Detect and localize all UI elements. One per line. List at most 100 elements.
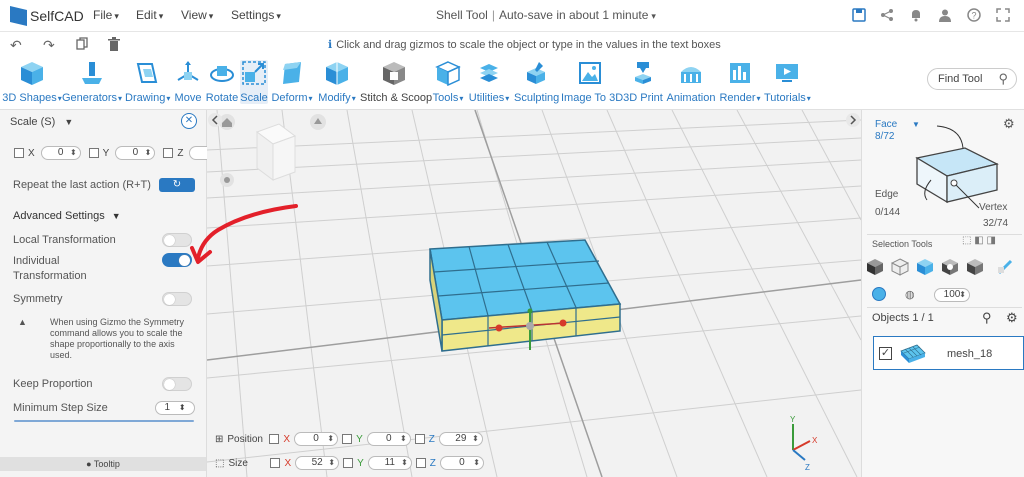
select-wire-icon[interactable] xyxy=(891,258,909,276)
position-label: Position xyxy=(227,433,263,445)
select-brush-icon[interactable] xyxy=(996,258,1014,276)
tool-modify[interactable]: Modify xyxy=(316,60,358,104)
menu-view[interactable]: View xyxy=(181,8,213,22)
selection-mode-cube[interactable] xyxy=(907,120,1007,210)
symmetry-description: When using Gizmo the Symmetry command al… xyxy=(50,317,185,360)
size-z-checkbox[interactable] xyxy=(415,458,426,468)
position-y-checkbox[interactable] xyxy=(342,434,353,444)
search-icon[interactable]: ⚲ xyxy=(982,310,992,326)
size-icon: ⬚ xyxy=(215,457,225,469)
local-transformation-label: Local Transformation xyxy=(13,234,116,246)
objects-label: Objects 1 / 1 xyxy=(872,312,934,324)
save-icon[interactable] xyxy=(851,8,867,24)
symmetry-toggle[interactable] xyxy=(162,292,192,306)
tool-stitch-scoop[interactable]: Stitch & Scoop xyxy=(360,60,432,104)
tool-scale[interactable]: Scale xyxy=(240,60,268,104)
fullscreen-icon[interactable] xyxy=(995,8,1011,24)
scale-y-input[interactable]: 0 xyxy=(115,146,156,160)
edge-count: 0/144 xyxy=(875,207,901,218)
grid-canvas: Y X Z xyxy=(207,110,861,477)
copy-icon[interactable] xyxy=(76,37,88,53)
user-icon[interactable] xyxy=(937,8,953,24)
find-tool-input[interactable]: Find Tool ⚲ xyxy=(927,68,1017,90)
repeat-button[interactable]: ↻ xyxy=(159,178,195,192)
size-y-checkbox[interactable] xyxy=(343,458,354,468)
menu-file[interactable]: File xyxy=(93,8,119,22)
position-x-checkbox[interactable] xyxy=(269,434,280,444)
size-y-input[interactable]: 11 xyxy=(367,456,412,470)
share-icon[interactable] xyxy=(879,8,895,24)
collapse-left-icon[interactable] xyxy=(208,113,222,127)
size-x-input[interactable]: 52 xyxy=(295,456,340,470)
position-z-checkbox[interactable] xyxy=(414,434,425,444)
close-icon[interactable]: ✕ xyxy=(181,113,197,129)
color-swatch[interactable] xyxy=(872,287,886,301)
tool-rotate[interactable]: Rotate xyxy=(205,60,239,104)
tool-animation[interactable]: Animation xyxy=(666,60,716,104)
select-face-icon[interactable] xyxy=(916,258,934,276)
position-z-input[interactable]: 29 xyxy=(438,432,483,446)
object-thumbnail xyxy=(900,344,926,363)
menu-settings[interactable]: Settings xyxy=(231,8,281,22)
size-x-checkbox[interactable] xyxy=(270,458,281,468)
object-item[interactable]: ✓ mesh_18 xyxy=(873,336,1024,370)
vertex-count: 32/74 xyxy=(983,218,1009,229)
collapse-right-icon[interactable] xyxy=(846,113,860,127)
individual-transformation-label: Individual Transformation xyxy=(13,255,87,282)
tool-tutorials[interactable]: Tutorials xyxy=(764,60,810,104)
help-icon[interactable]: ? xyxy=(966,8,982,24)
delete-icon[interactable] xyxy=(108,37,120,54)
keep-proportion-toggle[interactable] xyxy=(162,377,192,391)
svg-text:X: X xyxy=(812,436,818,445)
view-cube[interactable] xyxy=(255,123,297,181)
advanced-settings-header[interactable]: Advanced Settings ▼ xyxy=(13,210,121,222)
tool-utilities[interactable]: Utilities xyxy=(467,60,511,104)
texture-icon[interactable]: ◍ xyxy=(905,288,915,301)
edge-label[interactable]: Edge xyxy=(875,189,898,200)
menu-edit[interactable]: Edit xyxy=(136,8,163,22)
tool-deform[interactable]: Deform xyxy=(270,60,314,104)
size-z-input[interactable]: 0 xyxy=(439,456,484,470)
z-checkbox[interactable] xyxy=(163,148,174,158)
tool-drawing[interactable]: Drawing xyxy=(125,60,169,104)
select-all-icon[interactable]: ⬚ ◧ ◨ xyxy=(962,235,996,246)
min-step-input[interactable]: 1 ⬍ xyxy=(155,401,195,415)
tool-image-to-3d[interactable]: Image To 3D xyxy=(561,60,623,104)
tooltip-bar[interactable]: ● Tooltip xyxy=(0,457,206,471)
object-visibility-checkbox[interactable]: ✓ xyxy=(879,347,892,360)
selfcad-logo[interactable]: SelfCAD xyxy=(10,6,84,26)
camera-icon[interactable] xyxy=(310,114,326,130)
position-y-input[interactable]: 0 xyxy=(366,432,411,446)
tool-render[interactable]: Render xyxy=(719,60,761,104)
tool-tools[interactable]: Tools xyxy=(431,60,465,104)
size-label: Size xyxy=(228,457,248,469)
tool-sculpting[interactable]: Sculpting xyxy=(514,60,559,104)
object-settings-icon[interactable]: ⚙ xyxy=(1006,310,1018,326)
position-x-input[interactable]: 0 xyxy=(294,432,339,446)
cursor-icon: ▲ xyxy=(18,317,27,327)
opacity-input[interactable]: 100 xyxy=(934,288,970,302)
select-cube-icon[interactable] xyxy=(866,258,884,276)
3d-viewport[interactable]: Y X Z ⊞ Position X 0 Y 0 Z 29 ⬚ Size X 5… xyxy=(207,110,861,477)
tool-name: Shell Tool xyxy=(436,8,488,22)
scale-x-input[interactable]: 0 xyxy=(40,146,81,160)
tool-3d-shapes[interactable]: 3D Shapes xyxy=(2,60,62,104)
axis-gizmo: Y X Z xyxy=(790,415,818,472)
perspective-icon[interactable] xyxy=(220,173,234,187)
tool-3d-print[interactable]: 3D Print xyxy=(622,60,664,104)
size-row: ⬚ Size X 52 Y 11 Z 0 xyxy=(215,456,484,470)
undo-icon[interactable]: ↶ xyxy=(10,37,22,54)
project-title[interactable]: Shell Tool | Auto-save in about 1 minute ▾ xyxy=(436,8,656,22)
bell-icon[interactable] xyxy=(908,8,924,24)
redo-icon[interactable]: ↷ xyxy=(43,37,55,54)
panel-title[interactable]: Scale (S) ▼ xyxy=(10,116,73,128)
x-checkbox[interactable] xyxy=(14,148,24,158)
tool-move[interactable]: Move xyxy=(174,60,202,104)
y-checkbox[interactable] xyxy=(88,148,99,158)
mesh-object[interactable] xyxy=(429,239,622,352)
select-edge-icon[interactable] xyxy=(941,258,959,276)
vertex-label[interactable]: Vertex xyxy=(979,202,1007,213)
select-vertex-icon[interactable] xyxy=(966,258,984,276)
tool-generators[interactable]: Generators xyxy=(62,60,122,104)
deform-icon xyxy=(283,62,301,84)
